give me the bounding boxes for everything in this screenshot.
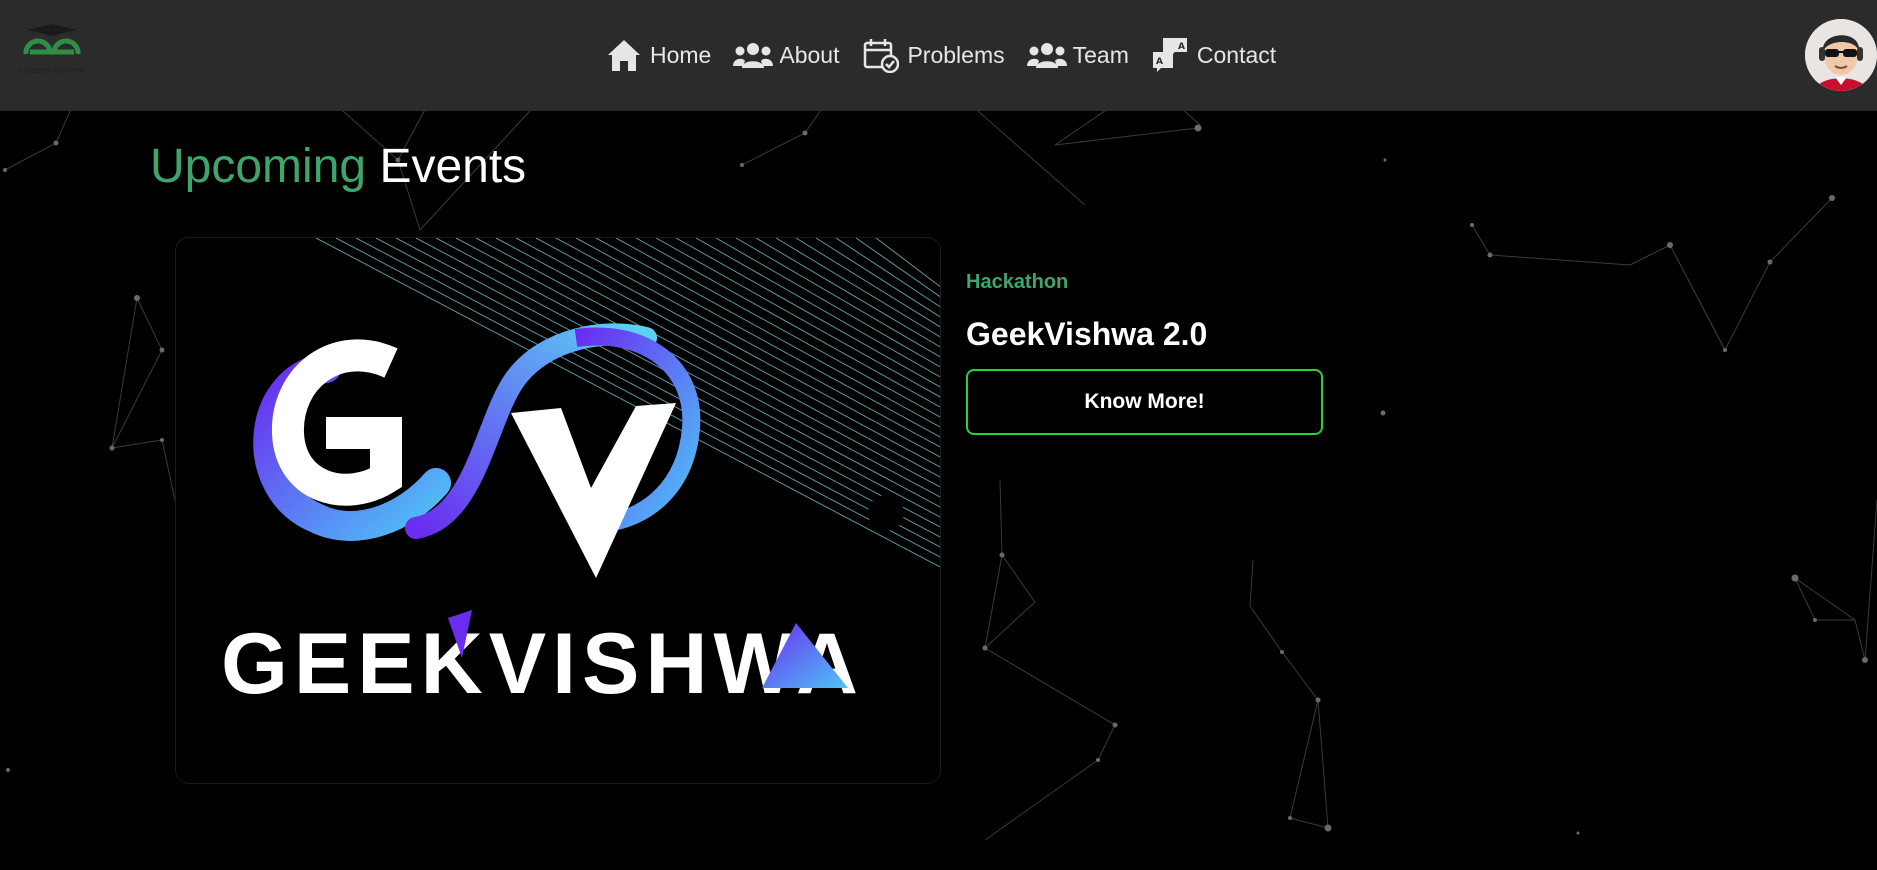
nav-label-problems: Problems <box>907 41 1005 68</box>
event-image[interactable]: GEEKVISHWA <box>175 237 941 784</box>
main-content: Upcoming Events GEEKVISHWA Hackathon Gee… <box>0 111 1877 870</box>
users-icon <box>733 36 774 74</box>
nav-item-team[interactable]: Team <box>1026 31 1129 79</box>
gfg-logo-icon <box>23 24 81 55</box>
geekvishwa-logo-image: GEEKVISHWA <box>176 238 940 783</box>
nav-label-about: About <box>779 41 840 68</box>
nav-label-contact: Contact <box>1196 41 1277 68</box>
section-title: Upcoming Events <box>150 139 526 194</box>
event-info: Hackathon GeekVishwa 2.0 Know More! <box>966 271 1326 435</box>
nav-label-home: Home <box>650 41 712 68</box>
user-avatar[interactable] <box>1805 19 1877 91</box>
section-title-accent: Upcoming <box>150 140 367 193</box>
svg-text:A: A <box>1178 42 1185 52</box>
nav-label-team: Team <box>1072 41 1129 68</box>
chat-icon: A A <box>1151 36 1191 74</box>
navbar: STUDENT CHAPTER Home About Problems Team… <box>0 0 1877 111</box>
svg-text:A: A <box>1156 57 1163 67</box>
users-icon <box>1026 36 1067 74</box>
calendar-check-icon <box>861 36 901 74</box>
section-title-rest: Events <box>379 140 527 193</box>
know-more-button[interactable]: Know More! <box>966 369 1323 435</box>
nav-item-problems[interactable]: Problems <box>861 31 1005 79</box>
logo-subtitle: STUDENT CHAPTER <box>18 69 86 75</box>
nav-item-contact[interactable]: A A Contact <box>1151 31 1276 79</box>
nav-links: Home About Problems Team A A Contact <box>604 31 1298 79</box>
event-category: Hackathon <box>966 271 1069 293</box>
home-icon <box>604 36 644 74</box>
image-logo-text: GEEKVISHWA <box>221 616 864 712</box>
event-title: GeekVishwa 2.0 <box>966 316 1208 352</box>
nav-item-home[interactable]: Home <box>604 31 711 79</box>
avatar-icon <box>1805 19 1877 91</box>
nav-item-about[interactable]: About <box>733 31 839 79</box>
geeksforgeeks-logo[interactable]: STUDENT CHAPTER <box>18 22 86 86</box>
